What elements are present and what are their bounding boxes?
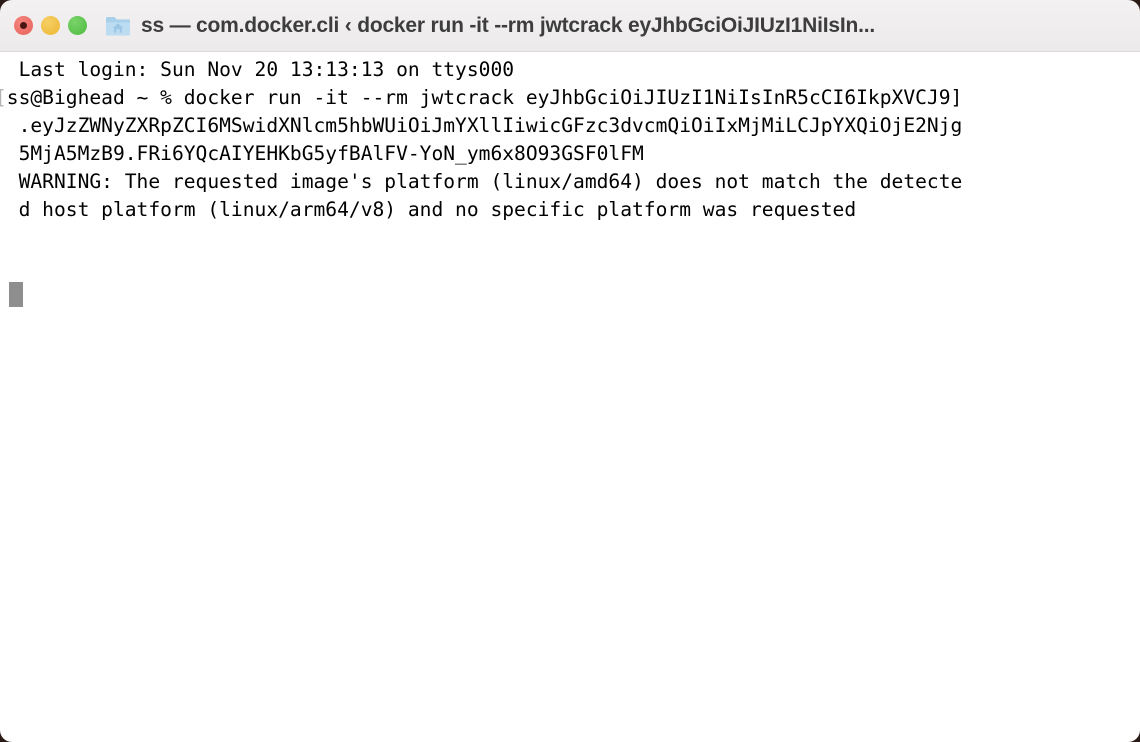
terminal-line: Last login: Sun Nov 20 13:13:13 on ttys0… xyxy=(0,58,515,81)
terminal-line: 5MjA5MzB9.FRi6YQcAIYEHKbG5yfBAlFV-YoN_ym… xyxy=(0,142,644,165)
home-folder-icon xyxy=(105,14,131,38)
close-button[interactable] xyxy=(14,16,33,35)
zoom-button[interactable] xyxy=(68,16,87,35)
window-titlebar[interactable]: ss — com.docker.cli ‹ docker run -it --r… xyxy=(0,0,1140,52)
terminal-screen[interactable]: Last login: Sun Nov 20 13:13:13 on ttys0… xyxy=(0,52,1140,742)
terminal-line: WARNING: The requested image's platform … xyxy=(0,170,963,193)
clipped-bracket-glyph: [ xyxy=(0,86,7,109)
terminal-window: ss — com.docker.cli ‹ docker run -it --r… xyxy=(0,0,1140,742)
terminal-line: .eyJzZWNyZXRpZCI6MSwidXNlcm5hbWUiOiJmYXl… xyxy=(0,114,963,137)
terminal-cursor xyxy=(9,282,23,307)
window-title: ss — com.docker.cli ‹ docker run -it --r… xyxy=(141,13,876,37)
terminal-output: Last login: Sun Nov 20 13:13:13 on ttys0… xyxy=(0,56,1140,224)
minimize-button[interactable] xyxy=(41,16,60,35)
traffic-light-group xyxy=(14,16,87,35)
terminal-line: d host platform (linux/arm64/v8) and no … xyxy=(0,198,857,221)
terminal-line: [ss@Bighead ~ % docker run -it --rm jwtc… xyxy=(0,84,1140,112)
